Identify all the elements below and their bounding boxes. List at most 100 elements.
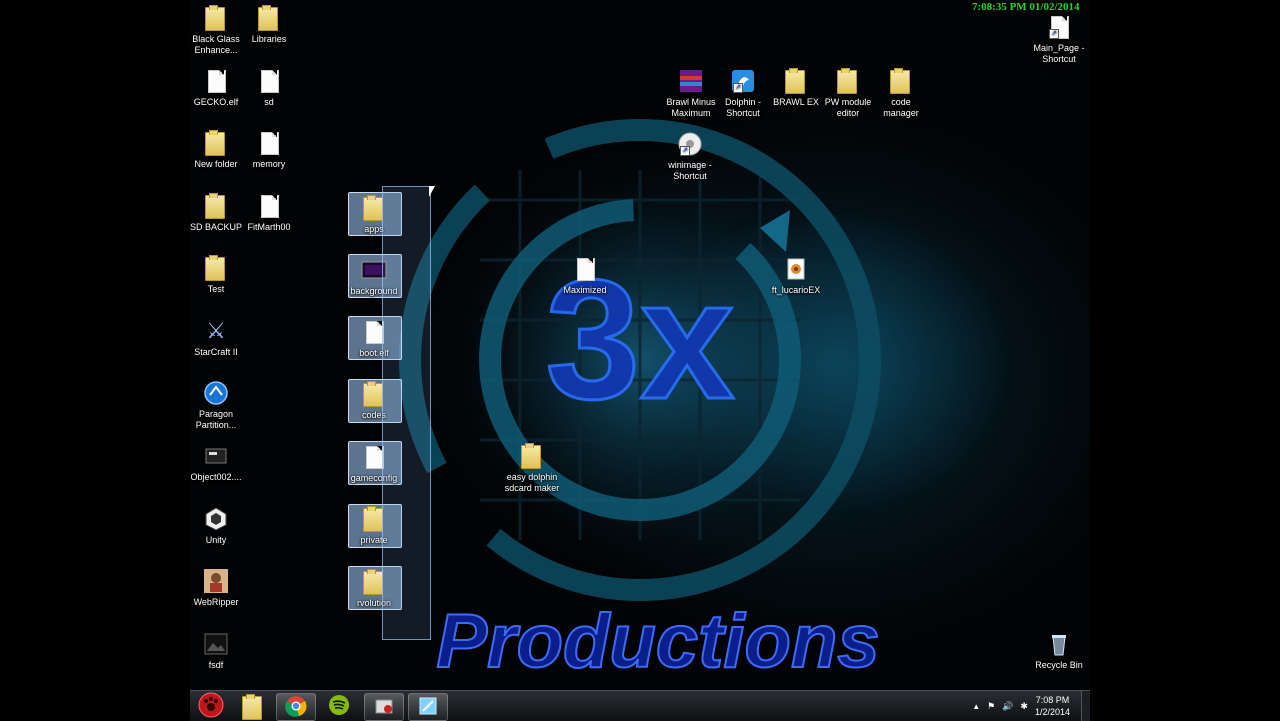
libraries-icon <box>256 5 282 31</box>
action-center-flag-icon[interactable]: ⚑ <box>987 701 995 712</box>
taskbar: ▲ ⚑ 🔊 ✱ 7:08 PM 1/2/2014 <box>190 690 1090 721</box>
folder-icon <box>888 68 914 94</box>
icon-label: PW module editor <box>824 97 872 118</box>
icon-label: Object002.... <box>190 472 242 482</box>
icon-label: Recycle Bin <box>1035 660 1083 670</box>
icon-label: BRAWL EX <box>773 97 819 107</box>
desktop-icon-winimage[interactable]: ↗ winimage - Shortcut <box>661 131 719 181</box>
taskbar-dolphin-button[interactable] <box>408 693 448 721</box>
taskbar-time: 7:08 PM <box>1035 695 1070 705</box>
taskbar-date: 1/2/2014 <box>1034 707 1070 717</box>
chrome-icon <box>285 695 307 720</box>
icon-label: easy dolphin sdcard maker <box>504 472 560 493</box>
desktop-icon-fitmarth00[interactable]: FitMarth00 <box>240 193 298 233</box>
unity-icon <box>203 506 229 532</box>
desktop-icon-memory[interactable]: memory <box>240 130 298 170</box>
icon-label: Dolphin - Shortcut <box>724 97 762 118</box>
desktop-icon-pw-module-editor[interactable]: PW module editor <box>819 68 877 118</box>
desktop-icon-gecko-elf[interactable]: GECKO.elf <box>187 68 245 108</box>
icon-label: Brawl Minus Maximum <box>666 97 716 118</box>
desktop[interactable]: 3x Productions <box>190 0 1090 690</box>
folder-icon <box>203 193 229 219</box>
desktop-icon-sd-backup[interactable]: SD BACKUP <box>187 193 245 233</box>
taskbar-explorer-button[interactable] <box>232 693 270 720</box>
desktop-icon-dolphin-shortcut[interactable]: ↗ Dolphin - Shortcut <box>714 68 772 118</box>
start-button[interactable] <box>192 692 230 721</box>
desktop-icon-brawl-minus[interactable]: Brawl Minus Maximum <box>662 68 720 118</box>
desktop-icon-unity[interactable]: Unity <box>187 506 245 546</box>
icon-label: Libraries <box>251 34 287 44</box>
desktop-icon-brawl-ex[interactable]: BRAWL EX <box>767 68 825 108</box>
icon-label: memory <box>252 159 286 169</box>
folder-icon <box>203 130 229 156</box>
icon-label: StarCraft II <box>194 347 238 357</box>
desktop-icon-new-folder[interactable]: New folder <box>187 130 245 170</box>
file-icon <box>572 256 598 282</box>
network-icon[interactable]: ✱ <box>1020 701 1028 712</box>
desktop-icon-object002[interactable]: Object002.... <box>187 443 245 483</box>
icon-label: FitMarth00 <box>247 222 291 232</box>
icon-label: code manager <box>883 97 919 118</box>
mouse-cursor-icon <box>429 186 435 197</box>
taskbar-spotify-button[interactable] <box>320 693 358 719</box>
desktop-icon-sd[interactable]: sd <box>240 68 298 108</box>
volume-icon[interactable]: 🔊 <box>1002 701 1013 712</box>
desktop-icon-black-glass[interactable]: Black Glass Enhance... <box>187 5 245 55</box>
wallpaper-productions-text: Productions <box>436 599 879 684</box>
tray-chevron-up-icon[interactable]: ▲ <box>972 702 980 711</box>
dolphin-icon <box>417 695 439 720</box>
desktop-icon-maximized[interactable]: Maximized <box>556 256 614 296</box>
desktop-icon-code-manager[interactable]: code manager <box>872 68 930 118</box>
spotify-icon <box>328 694 350 719</box>
icon-label: WebRipper <box>193 597 239 607</box>
desktop-icon-starcraft[interactable]: ⚔ StarCraft II <box>187 318 245 358</box>
desktop-icon-paragon[interactable]: Paragon Partition... <box>187 380 245 430</box>
icon-label: Paragon Partition... <box>195 409 237 430</box>
folder-icon <box>203 255 229 281</box>
desktop-icon-recycle-bin[interactable]: Recycle Bin <box>1030 631 1088 671</box>
starcraft-icon: ⚔ <box>206 318 226 343</box>
dolphin-icon: ↗ <box>730 68 756 94</box>
paragon-icon <box>203 380 229 406</box>
file-icon <box>256 68 282 94</box>
brawl-icon <box>678 68 704 94</box>
icon-label: Test <box>207 284 225 294</box>
folder-icon <box>835 68 861 94</box>
image-icon <box>203 631 229 657</box>
icon-label: SD BACKUP <box>189 222 242 232</box>
winimage-icon: ↗ <box>677 131 703 157</box>
icon-label: ft_lucarioEX <box>771 285 821 295</box>
system-tray: ▲ ⚑ 🔊 ✱ 7:08 PM 1/2/2014 <box>972 691 1070 721</box>
taskbar-app-button[interactable] <box>364 693 404 721</box>
desktop-icon-test[interactable]: Test <box>187 255 245 295</box>
taskbar-clock[interactable]: 7:08 PM 1/2/2014 <box>1035 694 1070 718</box>
folder-icon <box>240 694 262 720</box>
desktop-icon-fsdf[interactable]: fsdf <box>187 631 245 671</box>
taskbar-chrome-button[interactable] <box>276 693 316 721</box>
icon-label: Black Glass Enhance... <box>192 34 240 55</box>
object-icon <box>203 443 229 469</box>
icon-label: winimage - Shortcut <box>668 160 712 181</box>
desktop-icon-libraries[interactable]: Libraries <box>240 5 298 45</box>
recycle-bin-icon <box>1046 631 1072 657</box>
file-icon <box>203 68 229 94</box>
lucario-icon <box>783 256 809 282</box>
desktop-icon-easy-dolphin[interactable]: easy dolphin sdcard maker <box>503 443 561 493</box>
app-icon <box>373 695 395 720</box>
start-orb-icon <box>198 692 224 721</box>
icon-label: GECKO.elf <box>193 97 239 107</box>
icon-label: fsdf <box>208 660 224 670</box>
drag-selection-rectangle <box>382 186 431 640</box>
folder-icon <box>203 5 229 31</box>
desktop-icon-main-page[interactable]: ↗ Main_Page - Shortcut <box>1030 14 1088 64</box>
webripper-icon <box>203 568 229 594</box>
folder-icon <box>783 68 809 94</box>
icon-label: sd <box>264 97 274 107</box>
desktop-icon-webripper[interactable]: WebRipper <box>187 568 245 608</box>
file-icon <box>256 130 282 156</box>
left-black-bar <box>0 0 190 690</box>
desktop-icon-ft-lucarioex[interactable]: ft_lucarioEX <box>767 256 825 296</box>
file-icon: ↗ <box>1046 14 1072 40</box>
wallpaper: 3x Productions <box>399 119 881 685</box>
show-desktop-button[interactable] <box>1081 691 1090 721</box>
